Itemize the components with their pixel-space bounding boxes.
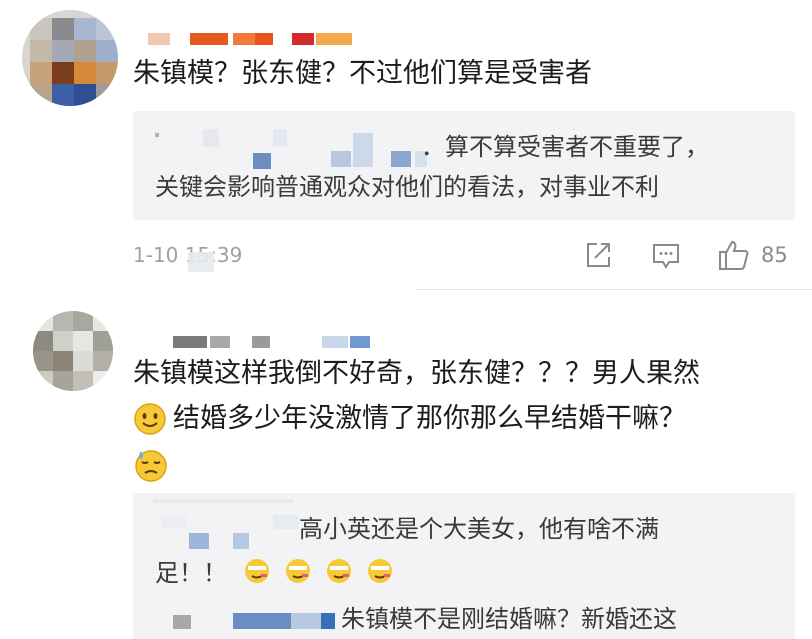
sweat-emoji-icon [133, 447, 169, 483]
like-count: 85 [761, 243, 788, 267]
sick-emoji-icons [243, 557, 394, 589]
comment-text-line2: 结婚多少年没激情了那你那么早结婚干嘛？ [173, 403, 686, 434]
sick-emoji-icon [368, 559, 393, 583]
reply-block[interactable]: 高小英还是个大美女，他有啥不满 足！！ 朱镇模不是刚结婚嘛？新婚还这 [133, 493, 795, 639]
share-button[interactable] [583, 240, 613, 270]
reply-text-line1: ．算不算受害者不重要了， [421, 133, 709, 161]
reply-block[interactable]: ．算不算受害者不重要了， 关键会影响普通观众对他们的看法，对事业不利 [133, 111, 795, 220]
comment-button[interactable] [651, 241, 681, 271]
avatar[interactable] [33, 311, 113, 391]
comment-text: 朱镇模？张东健？不过他们算是受害者 [133, 58, 592, 89]
like-icon [719, 240, 749, 270]
reply-text-line2: 关键会影响普通观众对他们的看法，对事业不利 [155, 173, 659, 201]
like-button[interactable] [717, 238, 751, 272]
sick-emoji-icon [286, 559, 311, 583]
reply1-text-line2: 足！！ [155, 559, 227, 587]
timestamp-blur [188, 252, 214, 272]
avatar[interactable] [22, 10, 118, 106]
sick-emoji-icon [245, 559, 269, 583]
comment-text-line1: 朱镇模这样我倒不好奇，张东健？？？男人果然 [133, 358, 700, 389]
comment-icon [653, 244, 679, 269]
smile-emoji-icon [133, 402, 167, 436]
sick-emoji-icon [327, 559, 352, 583]
reply2-text-line1: 朱镇模不是刚结婚嘛？新婚还这 [341, 605, 677, 633]
reply1-text-line1: 高小英还是个大美女，他有啥不满 [299, 515, 659, 543]
divider [415, 289, 812, 290]
share-icon [587, 243, 610, 267]
